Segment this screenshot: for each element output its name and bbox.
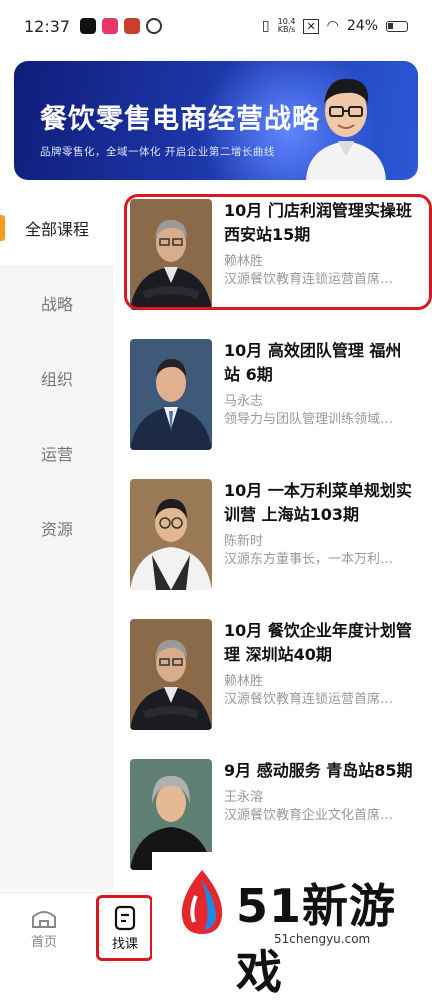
sidebar-item-label: 组织 — [40, 369, 73, 389]
sidebar-item-label: 全部课程 — [24, 219, 89, 239]
sidebar-item-label: 战略 — [40, 294, 73, 314]
link-icon — [146, 18, 163, 34]
watermark-url: 51chengyu.com — [274, 932, 371, 946]
sidebar-item-label: 资源 — [40, 519, 73, 539]
course-teacher: 赖林胜 — [224, 674, 264, 689]
course-teacher: 陈新时 — [224, 534, 264, 549]
banner-subtitle: 品牌零售化，全域一体化 开启企业第二增长曲线 — [40, 146, 275, 158]
app-icon — [102, 18, 119, 34]
course-description: 汉源餐饮教育连锁运营首席… — [224, 692, 394, 707]
home-icon — [32, 911, 56, 928]
status-bar: 12:37 ▯ 10.4 KB/s ✕ ◠ 24% — [0, 0, 432, 52]
site-watermark: 51新游戏 51chengyu.com — [152, 852, 432, 999]
tab-label: 首页 — [30, 935, 57, 950]
tab-home[interactable]: 首页 — [14, 899, 74, 950]
course-card[interactable]: 10月 一本万利菜单规划实训营 上海站103期 陈新时 汉源东方董事长，一本万利… — [114, 470, 432, 610]
course-description: 领导力与团队管理训练领域… — [224, 412, 394, 427]
sidebar-item-all[interactable]: 全部课程 — [0, 190, 114, 265]
game-icon — [124, 18, 141, 34]
watermark-logo — [181, 870, 223, 934]
battery-icon — [386, 20, 408, 32]
banner-title: 餐饮零售电商经营战略 — [40, 104, 320, 135]
sidebar-item-operations[interactable]: 运营 — [0, 415, 114, 490]
course-title: 10月 高效团队管理 福州站 6期 — [224, 341, 402, 384]
course-teacher: 王永溶 — [224, 790, 264, 805]
course-card[interactable]: 10月 餐饮企业年度计划管理 深圳站40期 赖林胜 汉源餐饮教育连锁运营首席… — [114, 610, 432, 750]
sim-icon: ✕ — [303, 18, 319, 34]
promo-banner[interactable]: 餐饮零售电商经营战略 品牌零售化，全域一体化 开启企业第二增长曲线 — [14, 61, 418, 180]
battery-percent: 24% — [346, 18, 378, 34]
clock: 12:37 — [24, 16, 71, 36]
sidebar-item-label: 运营 — [40, 444, 73, 464]
course-title: 10月 一本万利菜单规划实训营 上海站103期 — [224, 481, 412, 524]
category-sidebar: 全部课程 战略 组织 运营 资源 — [0, 190, 114, 890]
course-description: 汉源餐饮教育企业文化首席… — [224, 808, 394, 823]
selected-course-highlight — [124, 194, 432, 310]
course-title: 10月 餐饮企业年度计划管理 深圳站40期 — [224, 621, 412, 664]
course-card[interactable]: 10月 高效团队管理 福州站 6期 马永志 领导力与团队管理训练领域… — [114, 330, 432, 470]
tiktok-icon — [80, 18, 97, 34]
selected-tab-highlight — [96, 895, 153, 961]
speaker-portrait — [306, 78, 386, 180]
net-speed-unit: KB/s — [277, 25, 296, 34]
net-speed: 10.4 KB/s — [278, 18, 296, 34]
wifi-icon: ◠ — [326, 18, 339, 34]
teacher-photo — [130, 619, 212, 730]
course-description: 汉源东方董事长，一本万利… — [224, 552, 394, 567]
notification-icons — [80, 18, 163, 34]
course-title: 9月 感动服务 青岛站85期 — [224, 761, 413, 780]
vibrate-icon: ▯ — [261, 18, 270, 34]
sidebar-item-strategy[interactable]: 战略 — [0, 265, 114, 340]
sidebar-item-resources[interactable]: 资源 — [0, 490, 114, 565]
sidebar-item-organization[interactable]: 组织 — [0, 340, 114, 415]
course-teacher: 马永志 — [224, 394, 264, 409]
teacher-photo — [130, 479, 212, 590]
teacher-photo — [130, 339, 212, 450]
sidebar-filler — [0, 565, 114, 890]
